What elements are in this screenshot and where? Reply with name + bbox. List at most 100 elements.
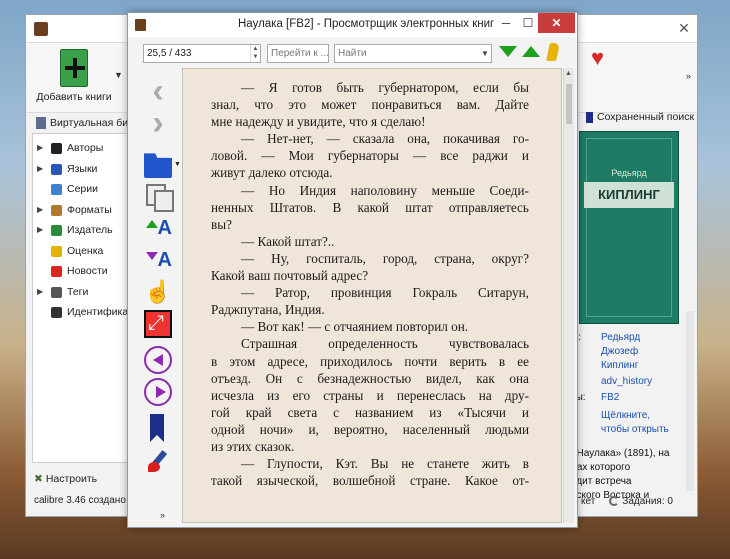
bookmark-icon xyxy=(586,111,593,123)
wrench-icon: ✖ xyxy=(34,473,43,485)
sidebar-item-label: Теги xyxy=(67,285,89,298)
category-icon xyxy=(51,286,62,298)
cover-pattern xyxy=(586,138,672,317)
category-icon xyxy=(51,266,62,277)
viewer-titlebar: Наулака [FB2] - Просмотрщик электронных … xyxy=(128,13,577,37)
open-dropdown-icon[interactable]: ▼ xyxy=(174,161,181,168)
sidebar-item[interactable]: Оценка xyxy=(33,241,127,262)
virtual-library-button[interactable]: Виртуальная биб xyxy=(36,113,134,133)
jobs-button[interactable]: Задания: 0 xyxy=(622,496,673,507)
clear-search-icon[interactable] xyxy=(546,43,560,61)
text-line: Страшная определенность чувствовалась xyxy=(241,336,529,352)
next-page-icon[interactable] xyxy=(144,378,172,406)
close-icon[interactable]: ✕ xyxy=(677,21,691,35)
find-next-icon[interactable] xyxy=(499,46,517,57)
copy-icon[interactable] xyxy=(144,182,174,212)
ebook-viewer-window: Наулака [FB2] - Просмотрщик электронных … xyxy=(127,12,578,528)
sidebar-item-label: Серии xyxy=(67,183,98,195)
add-books-button[interactable]: Добавить книги xyxy=(34,45,114,103)
more-tools-icon[interactable]: » xyxy=(160,510,165,520)
font-larger-icon[interactable]: A xyxy=(144,214,172,242)
page-scrollbar[interactable]: ▲ xyxy=(563,68,574,523)
category-icon xyxy=(51,225,62,236)
theme-brush-icon[interactable] xyxy=(144,448,172,476)
viewer-toolbar: 25,5 / 433 ▲ ▼ Перейти к ... Найти ▼ xyxy=(128,37,577,66)
sidebar-item-label: Авторы xyxy=(67,142,104,154)
position-spinbox[interactable]: 25,5 / 433 ▲ ▼ xyxy=(143,44,261,63)
open-hint-link[interactable]: чтобы открыть xyxy=(601,423,669,438)
bookmark-icon[interactable] xyxy=(150,414,164,442)
category-icon xyxy=(51,163,62,175)
expand-arrow-icon[interactable]: ▶ xyxy=(37,138,43,159)
status-prefix: кет xyxy=(581,496,596,507)
sidebar-item[interactable]: ▶ Языки xyxy=(33,159,127,180)
sidebar-item[interactable]: Идентификат xyxy=(33,302,127,323)
scrollbar-thumb[interactable] xyxy=(566,84,572,124)
author-link[interactable]: Редьярд xyxy=(601,331,640,346)
saved-search-label: Сохраненный поиск xyxy=(597,111,695,123)
sidebar-item[interactable]: ▶ Авторы xyxy=(33,138,127,159)
scroll-up-icon[interactable]: ▲ xyxy=(565,70,572,77)
add-books-dropdown-icon[interactable]: ▼ xyxy=(114,70,123,80)
position-value: 25,5 / 433 xyxy=(147,48,192,59)
text-line: Какой ваш почтовый адрес? xyxy=(211,268,369,284)
window-title: Наулака [FB2] - Просмотрщик электронных … xyxy=(238,18,495,30)
search-dropdown-icon[interactable]: ▼ xyxy=(479,45,491,62)
reference-mode-icon[interactable]: ☝ xyxy=(144,278,172,306)
sidebar-item-label: Идентификат xyxy=(67,306,127,318)
format-link[interactable]: FB2 xyxy=(601,391,619,406)
close-icon[interactable]: ✕ xyxy=(538,13,575,33)
font-smaller-icon[interactable]: A xyxy=(144,246,172,274)
add-book-icon xyxy=(60,49,88,87)
category-icon xyxy=(51,204,62,216)
toolbar-more-icon[interactable]: » xyxy=(686,71,691,81)
sidebar-item[interactable]: ▶ Издатель xyxy=(33,220,127,241)
expand-arrow-icon[interactable]: ▶ xyxy=(37,282,43,303)
tag-link[interactable]: adv_history xyxy=(601,375,652,390)
text-line: в этом адресе, приходилось почти верить в ее xyxy=(211,353,529,369)
expand-arrow-icon[interactable]: ▶ xyxy=(37,220,43,241)
spin-arrows-icon[interactable]: ▲ ▼ xyxy=(250,45,260,62)
configure-label: Настроить xyxy=(45,473,98,485)
text-line: вы? xyxy=(211,216,232,232)
expand-arrow-icon[interactable]: ▶ xyxy=(37,200,43,221)
virtual-library-icon xyxy=(36,117,46,130)
details-scrollbar[interactable] xyxy=(686,311,694,491)
add-books-label: Добавить книги xyxy=(36,91,112,103)
fullscreen-icon[interactable] xyxy=(144,310,172,338)
text-line: — Яготов быть губернатором, если бы xyxy=(241,80,529,95)
cover-title: КИПЛИНГ xyxy=(584,182,674,208)
sidebar-item-label: Новости xyxy=(67,265,108,277)
author-link[interactable]: Джозеф xyxy=(601,345,638,360)
goto-input[interactable]: Перейти к ... xyxy=(267,44,329,63)
text-line: Раджпутана, Индия. xyxy=(211,302,325,318)
text-line: — Ратор, провинция Гокраль Ситарун, xyxy=(241,285,529,301)
expand-arrow-icon[interactable]: ▶ xyxy=(37,159,43,180)
calibre-app-icon xyxy=(34,22,48,36)
back-icon[interactable]: ‹ xyxy=(144,74,172,108)
virtual-library-label: Виртуальная биб xyxy=(50,117,135,129)
sidebar-item[interactable]: Серии xyxy=(33,179,127,200)
sidebar-item[interactable]: Новости xyxy=(33,261,127,282)
author-link[interactable]: Киплинг xyxy=(601,359,638,374)
open-hint-link[interactable]: Щёлкните, xyxy=(601,409,650,424)
heart-icon[interactable]: ♥ xyxy=(591,47,613,69)
saved-search-button[interactable]: Сохраненный поиск xyxy=(586,111,694,123)
forward-icon[interactable]: › xyxy=(144,106,172,140)
search-input[interactable]: Найти ▼ xyxy=(334,44,492,63)
configure-button[interactable]: ✖ Настроить xyxy=(34,473,97,485)
open-folder-icon[interactable] xyxy=(144,153,172,178)
text-line: ловой. — Мои губернаторы — все раджи и xyxy=(211,148,529,164)
sidebar-item[interactable]: ▶ Теги xyxy=(33,282,127,303)
status-bar-right: кет Задания: 0 xyxy=(581,496,673,507)
book-cover[interactable]: Редьярд КИПЛИНГ xyxy=(579,131,679,324)
find-previous-icon[interactable] xyxy=(522,46,540,57)
previous-page-icon[interactable] xyxy=(144,346,172,374)
cover-author: Редьярд xyxy=(611,168,647,178)
text-line: из этих сказок. xyxy=(211,438,295,454)
sidebar-item-label: Форматы xyxy=(67,203,112,216)
text-line: — Нет-нет, — сказала она, покачивая го- xyxy=(241,131,529,147)
sidebar-item[interactable]: ▶ Форматы xyxy=(33,200,127,221)
status-bar-left: calibre 3.46 создано xyxy=(34,495,126,506)
reading-page[interactable]: — Яготов быть губернатором, если бы знал, что эт… xyxy=(182,68,562,523)
